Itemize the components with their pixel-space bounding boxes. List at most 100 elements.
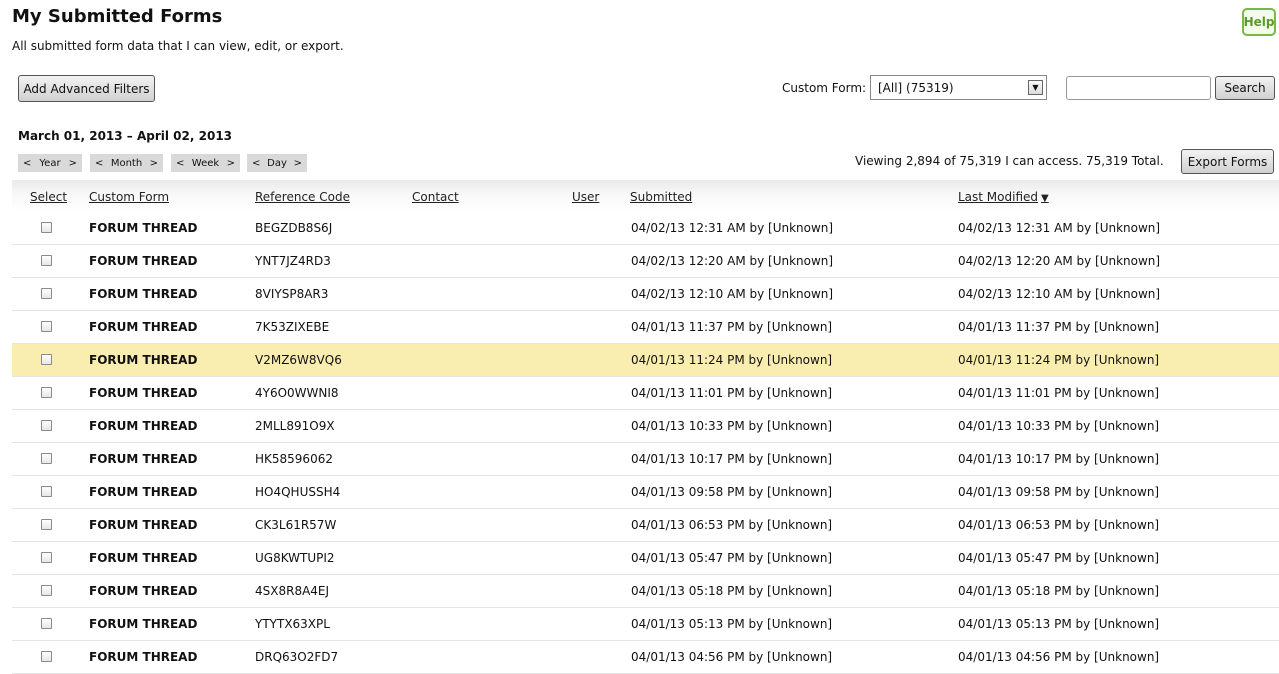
row-submitted: 04/02/13 12:10 AM by [Unknown]	[631, 287, 834, 301]
row-reference-code: 8VIYSP8AR3	[255, 287, 329, 301]
month-prev-button[interactable]: <	[95, 158, 103, 169]
row-custom-form: FORUM THREAD	[89, 518, 198, 532]
row-select-checkbox[interactable]	[41, 255, 52, 266]
month-label: Month	[110, 157, 143, 169]
column-header-contact[interactable]: Contact	[412, 190, 459, 204]
table-row[interactable]: FORUM THREAD 7K53ZIXEBE 04/01/13 11:37 P…	[12, 311, 1279, 344]
row-last-modified: 04/01/13 05:13 PM by [Unknown]	[958, 617, 1160, 631]
table-row[interactable]: FORUM THREAD CK3L61R57W 04/01/13 06:53 P…	[12, 509, 1279, 542]
row-reference-code: 7K53ZIXEBE	[255, 320, 330, 334]
custom-form-label: Custom Form:	[782, 81, 867, 95]
row-submitted: 04/01/13 04:56 PM by [Unknown]	[631, 650, 833, 664]
table-row[interactable]: FORUM THREAD 4SX8R8A4EJ 04/01/13 05:18 P…	[12, 575, 1279, 608]
page-title: My Submitted Forms	[12, 6, 223, 27]
row-custom-form: FORUM THREAD	[89, 419, 198, 433]
row-last-modified: 04/02/13 12:31 AM by [Unknown]	[958, 221, 1161, 235]
table-row[interactable]: FORUM THREAD 4Y6O0WWNI8 04/01/13 11:01 P…	[12, 377, 1279, 410]
row-reference-code: YNT7JZ4RD3	[255, 254, 331, 268]
table-row[interactable]: FORUM THREAD 2MLL891O9X 04/01/13 10:33 P…	[12, 410, 1279, 443]
table-body: FORUM THREAD BEGZDB8S6J 04/02/13 12:31 A…	[12, 212, 1279, 674]
row-last-modified: 04/02/13 12:10 AM by [Unknown]	[958, 287, 1161, 301]
row-select-checkbox[interactable]	[41, 420, 52, 431]
row-submitted: 04/01/13 10:33 PM by [Unknown]	[631, 419, 833, 433]
table-row-highlighted[interactable]: FORUM THREAD V2MZ6W8VQ6 04/01/13 11:24 P…	[12, 344, 1279, 377]
page-subtitle: All submitted form data that I can view,…	[12, 39, 344, 53]
year-prev-button[interactable]: <	[23, 158, 31, 169]
add-advanced-filters-button[interactable]: Add Advanced Filters	[18, 75, 155, 102]
row-last-modified: 04/01/13 10:33 PM by [Unknown]	[958, 419, 1160, 433]
day-prev-button[interactable]: <	[252, 158, 260, 169]
row-last-modified: 04/01/13 11:01 PM by [Unknown]	[958, 386, 1160, 400]
row-reference-code: 2MLL891O9X	[255, 419, 335, 433]
row-custom-form: FORUM THREAD	[89, 386, 198, 400]
row-custom-form: FORUM THREAD	[89, 452, 198, 466]
row-select-checkbox[interactable]	[41, 387, 52, 398]
last-modified-label: Last Modified	[958, 190, 1039, 204]
column-header-custom-form[interactable]: Custom Form	[89, 190, 169, 204]
day-nav: < Day >	[247, 154, 307, 172]
row-last-modified: 04/01/13 05:18 PM by [Unknown]	[958, 584, 1160, 598]
row-select-checkbox[interactable]	[41, 321, 52, 332]
column-header-submitted[interactable]: Submitted	[630, 190, 692, 204]
column-header-user[interactable]: User	[572, 190, 599, 204]
row-custom-form: FORUM THREAD	[89, 650, 198, 664]
week-next-button[interactable]: >	[227, 158, 235, 169]
row-reference-code: 4SX8R8A4EJ	[255, 584, 330, 598]
row-submitted: 04/02/13 12:31 AM by [Unknown]	[631, 221, 834, 235]
row-reference-code: V2MZ6W8VQ6	[255, 353, 342, 367]
row-submitted: 04/01/13 06:53 PM by [Unknown]	[631, 518, 833, 532]
month-next-button[interactable]: >	[150, 158, 158, 169]
row-select-checkbox[interactable]	[41, 222, 52, 233]
help-button[interactable]: Help	[1242, 8, 1276, 36]
table-row[interactable]: FORUM THREAD HO4QHUSSH4 04/01/13 09:58 P…	[12, 476, 1279, 509]
row-custom-form: FORUM THREAD	[89, 287, 198, 301]
table-row[interactable]: FORUM THREAD YNT7JZ4RD3 04/02/13 12:20 A…	[12, 245, 1279, 278]
row-reference-code: BEGZDB8S6J	[255, 221, 333, 235]
custom-form-select[interactable]: [All] (75319) ▼	[870, 75, 1047, 100]
row-submitted: 04/01/13 11:37 PM by [Unknown]	[631, 320, 833, 334]
chevron-down-icon[interactable]: ▼	[1028, 80, 1043, 95]
table-row[interactable]: FORUM THREAD DRQ63O2FD7 04/01/13 04:56 P…	[12, 641, 1279, 674]
row-submitted: 04/01/13 11:01 PM by [Unknown]	[631, 386, 833, 400]
column-header-select[interactable]: Select	[30, 190, 67, 204]
search-input[interactable]	[1066, 76, 1211, 100]
row-reference-code: HK58596062	[255, 452, 333, 466]
row-last-modified: 04/01/13 09:58 PM by [Unknown]	[958, 485, 1160, 499]
row-select-checkbox[interactable]	[41, 552, 52, 563]
row-select-checkbox[interactable]	[41, 486, 52, 497]
table-row[interactable]: FORUM THREAD UG8KWTUPI2 04/01/13 05:47 P…	[12, 542, 1279, 575]
viewing-summary: Viewing 2,894 of 75,319 I can access. 75…	[855, 154, 1164, 168]
week-nav: < Week >	[171, 154, 240, 172]
row-last-modified: 04/01/13 06:53 PM by [Unknown]	[958, 518, 1160, 532]
month-nav: < Month >	[90, 154, 163, 172]
search-button[interactable]: Search	[1215, 76, 1275, 100]
row-reference-code: 4Y6O0WWNI8	[255, 386, 339, 400]
year-next-button[interactable]: >	[69, 158, 77, 169]
row-select-checkbox[interactable]	[41, 519, 52, 530]
row-select-checkbox[interactable]	[41, 618, 52, 629]
table-row[interactable]: FORUM THREAD HK58596062 04/01/13 10:17 P…	[12, 443, 1279, 476]
row-custom-form: FORUM THREAD	[89, 584, 198, 598]
row-custom-form: FORUM THREAD	[89, 551, 198, 565]
table-row[interactable]: FORUM THREAD 8VIYSP8AR3 04/02/13 12:10 A…	[12, 278, 1279, 311]
row-select-checkbox[interactable]	[41, 453, 52, 464]
column-header-reference-code[interactable]: Reference Code	[255, 190, 350, 204]
table-row[interactable]: FORUM THREAD YTYTX63XPL 04/01/13 05:13 P…	[12, 608, 1279, 641]
row-select-checkbox[interactable]	[41, 651, 52, 662]
table-row[interactable]: FORUM THREAD BEGZDB8S6J 04/02/13 12:31 A…	[12, 212, 1279, 245]
row-last-modified: 04/02/13 12:20 AM by [Unknown]	[958, 254, 1161, 268]
row-submitted: 04/01/13 05:18 PM by [Unknown]	[631, 584, 833, 598]
row-reference-code: YTYTX63XPL	[255, 617, 330, 631]
row-last-modified: 04/01/13 04:56 PM by [Unknown]	[958, 650, 1160, 664]
sort-desc-icon[interactable]: ▼	[1041, 193, 1049, 204]
export-forms-button[interactable]: Export Forms	[1181, 149, 1274, 174]
row-select-checkbox[interactable]	[41, 585, 52, 596]
column-header-last-modified[interactable]: Last Modified ▼	[958, 190, 1049, 204]
row-select-checkbox[interactable]	[41, 288, 52, 299]
week-prev-button[interactable]: <	[176, 158, 184, 169]
row-select-checkbox[interactable]	[41, 354, 52, 365]
row-reference-code: HO4QHUSSH4	[255, 485, 341, 499]
year-nav: < Year >	[18, 154, 82, 172]
day-next-button[interactable]: >	[294, 158, 302, 169]
row-reference-code: UG8KWTUPI2	[255, 551, 335, 565]
